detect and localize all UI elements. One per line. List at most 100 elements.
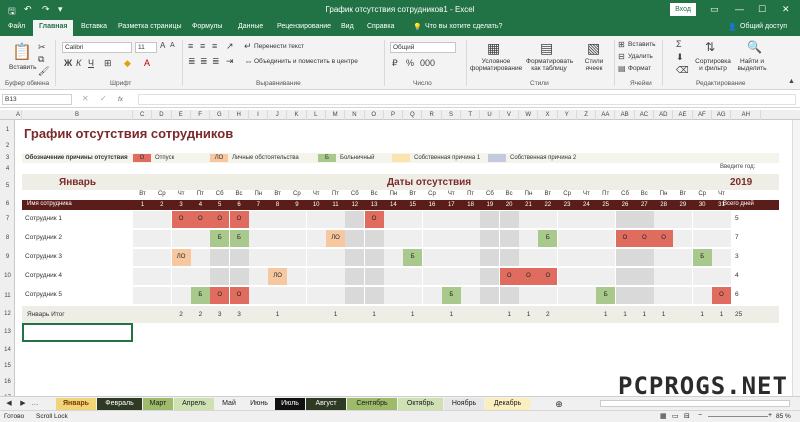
day-cell[interactable] <box>306 249 326 266</box>
day-cell[interactable] <box>326 249 345 266</box>
sheet-tab[interactable]: Март <box>143 398 173 410</box>
column-header[interactable]: AE <box>673 110 693 120</box>
column-header[interactable]: W <box>519 110 539 120</box>
column-header[interactable]: Z <box>577 110 597 120</box>
cancel-icon[interactable]: ✕ <box>82 94 89 103</box>
day-cell[interactable] <box>576 287 596 304</box>
sheet-tab[interactable]: Октябрь <box>398 398 443 410</box>
font-size-select[interactable]: 11 <box>135 42 157 53</box>
day-cell[interactable] <box>615 268 635 285</box>
day-cell[interactable] <box>171 287 191 304</box>
day-cell[interactable] <box>345 211 365 228</box>
day-cell[interactable] <box>364 287 384 304</box>
font-color-icon[interactable]: A <box>144 58 150 68</box>
day-cell[interactable] <box>345 249 365 266</box>
day-cell[interactable] <box>268 230 288 247</box>
day-cell[interactable] <box>133 268 152 285</box>
ribbon-display-icon[interactable]: ▭ <box>710 4 719 15</box>
cell-styles-button[interactable]: Стили ячеек <box>578 58 610 72</box>
row-header[interactable]: 7 <box>0 210 15 229</box>
day-cell[interactable]: Б <box>229 230 249 247</box>
tell-me-box[interactable]: Что вы хотите сделать? <box>425 23 502 30</box>
day-cell[interactable] <box>190 268 210 285</box>
day-cell[interactable] <box>519 249 538 266</box>
day-cell[interactable]: Б <box>692 249 712 266</box>
sheet-tab[interactable]: Сентябрь <box>347 398 397 410</box>
column-header[interactable]: AH <box>731 110 762 120</box>
format-table-icon[interactable]: ▤ <box>540 40 553 57</box>
zoom-in-icon[interactable]: + <box>768 412 772 419</box>
day-cell[interactable] <box>345 268 365 285</box>
day-cell[interactable] <box>133 287 152 304</box>
day-cell[interactable] <box>364 268 384 285</box>
column-header[interactable]: T <box>461 110 481 120</box>
day-cell[interactable] <box>441 211 461 228</box>
row-header[interactable]: 5 <box>0 174 15 198</box>
vertical-scrollbar[interactable] <box>792 120 800 396</box>
row-header[interactable]: 1 <box>0 120 15 140</box>
align-left-icon[interactable]: ≣ <box>188 56 196 67</box>
column-header[interactable]: AC <box>635 110 655 120</box>
day-cell[interactable]: О <box>538 268 558 285</box>
day-cell[interactable] <box>364 249 384 266</box>
day-cell[interactable] <box>326 211 345 228</box>
selected-cell[interactable] <box>22 323 133 342</box>
day-cell[interactable] <box>190 249 210 266</box>
day-cell[interactable] <box>210 268 230 285</box>
find-select-button[interactable]: Найти и выделить <box>735 58 769 72</box>
number-format-select[interactable]: Общий <box>390 42 456 53</box>
next-sheet-icon[interactable]: ▶ <box>18 398 28 410</box>
day-cell[interactable] <box>654 268 674 285</box>
format-painter-icon[interactable]: 🖌 <box>38 66 49 77</box>
align-bottom-icon[interactable]: ≡ <box>212 41 217 51</box>
autosum-icon[interactable]: Σ <box>676 39 682 49</box>
row-header[interactable]: 4 <box>0 164 15 174</box>
copy-icon[interactable]: ⧉ <box>38 54 44 65</box>
day-cell[interactable] <box>171 230 191 247</box>
day-cell[interactable] <box>480 249 500 266</box>
column-header[interactable]: E <box>172 110 191 120</box>
day-cell[interactable] <box>692 287 712 304</box>
day-cell[interactable] <box>345 230 365 247</box>
day-cell[interactable]: О <box>190 211 210 228</box>
day-cell[interactable] <box>268 211 288 228</box>
worksheet-grid[interactable]: График отсутствия сотрудников Обозначени… <box>15 120 800 396</box>
day-cell[interactable] <box>306 211 326 228</box>
normal-view-icon[interactable]: ▦ <box>660 412 667 420</box>
delete-cells-button[interactable]: Удалить <box>628 53 653 60</box>
day-cell[interactable] <box>422 230 442 247</box>
day-cell[interactable]: О <box>229 287 249 304</box>
day-cell[interactable] <box>654 249 674 266</box>
column-header[interactable]: K <box>287 110 307 120</box>
day-cell[interactable] <box>383 268 403 285</box>
day-cell[interactable] <box>673 268 693 285</box>
day-cell[interactable] <box>133 211 152 228</box>
add-sheet-icon[interactable]: ⊕ <box>553 398 565 410</box>
column-header[interactable]: A <box>15 110 22 120</box>
day-cell[interactable] <box>268 249 288 266</box>
day-cell[interactable] <box>576 268 596 285</box>
cell-styles-icon[interactable]: ▧ <box>587 40 600 57</box>
day-cell[interactable] <box>615 211 635 228</box>
day-cell[interactable] <box>268 287 288 304</box>
column-header[interactable]: G <box>210 110 230 120</box>
tab-view[interactable]: Вид <box>341 23 354 30</box>
day-cell[interactable] <box>229 249 249 266</box>
align-right-icon[interactable]: ≣ <box>212 56 220 67</box>
day-cell[interactable] <box>634 268 654 285</box>
column-header[interactable]: AD <box>654 110 674 120</box>
borders-icon[interactable]: ⊞ <box>104 58 112 69</box>
day-cell[interactable] <box>171 268 191 285</box>
sheet-tab[interactable]: Апрель <box>174 398 214 410</box>
column-header[interactable]: C <box>133 110 153 120</box>
column-header[interactable]: O <box>365 110 384 120</box>
day-cell[interactable] <box>422 211 442 228</box>
day-cell[interactable] <box>210 249 230 266</box>
day-cell[interactable]: О <box>634 230 654 247</box>
day-cell[interactable] <box>499 211 519 228</box>
sheet-tab[interactable]: Май <box>215 398 243 410</box>
day-cell[interactable] <box>383 287 403 304</box>
day-cell[interactable] <box>364 230 384 247</box>
minimize-icon[interactable]: — <box>735 4 744 14</box>
column-header[interactable]: N <box>345 110 365 120</box>
